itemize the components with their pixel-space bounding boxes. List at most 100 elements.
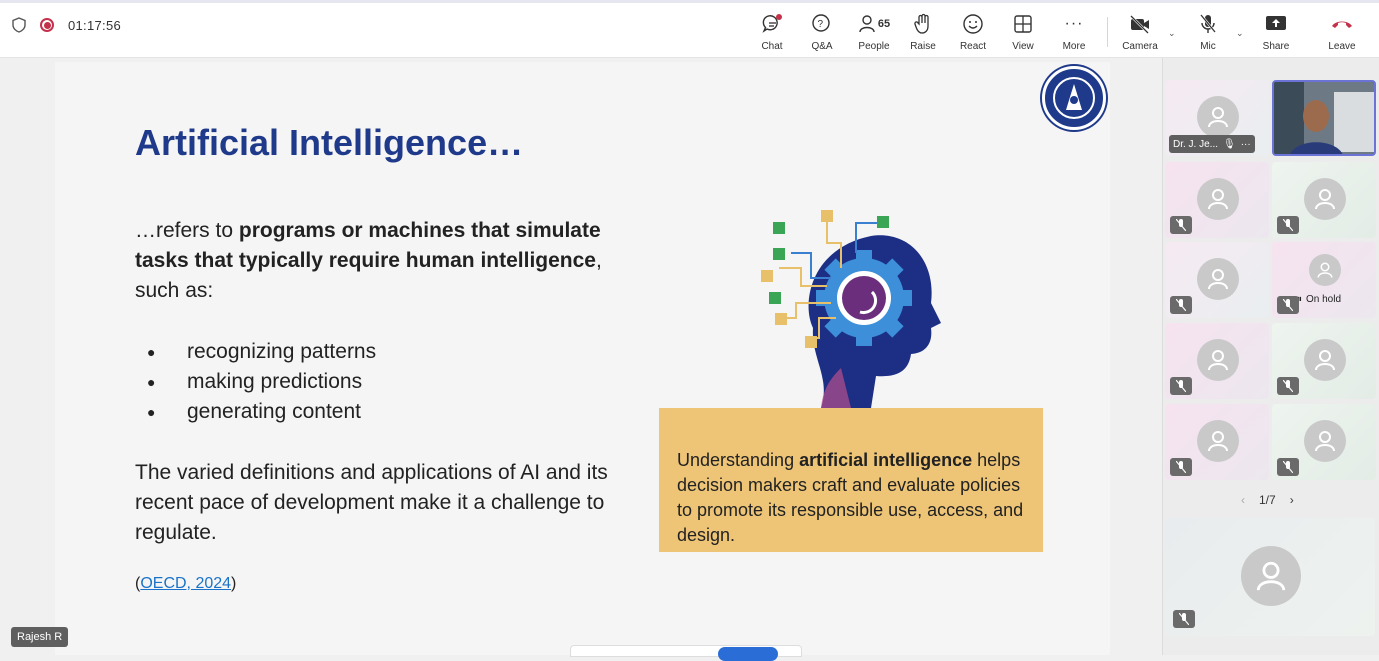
participant-tile[interactable] [1165, 404, 1269, 480]
share-button[interactable]: Share [1252, 13, 1300, 55]
participant-tile-on-hold[interactable]: ⏸ On hold [1272, 242, 1376, 318]
next-page-icon[interactable]: › [1290, 493, 1294, 507]
citation-link[interactable]: OECD, 2024 [140, 575, 231, 592]
people-icon-wrap: 65 [858, 13, 890, 35]
people-button[interactable]: 65 People [849, 13, 899, 55]
slide-definition-text: …refers to programs or machines that sim… [135, 216, 605, 306]
leave-button[interactable]: Leave [1318, 13, 1366, 55]
unread-indicator [776, 14, 782, 20]
react-label: React [959, 41, 987, 52]
meeting-timer: 01:17:56 [68, 17, 122, 33]
people-count: 65 [877, 18, 891, 30]
share-label: Share [1262, 41, 1290, 52]
callout-lead: Understanding [677, 450, 800, 470]
participant-tile[interactable]: Dr. J. Je... 🎙 ··· [1165, 80, 1269, 156]
mic-off-icon [1277, 296, 1299, 314]
participant-tile[interactable] [1272, 162, 1376, 238]
avatar [1304, 420, 1346, 462]
slide-callout-box: Understanding artificial intelligence he… [659, 408, 1043, 552]
slide-regulation-text: The varied definitions and applications … [135, 461, 608, 544]
share-icon [1265, 13, 1287, 35]
qa-button[interactable]: ? Q&A [798, 13, 846, 55]
raise-label: Raise [910, 41, 936, 52]
more-icon: ··· [1064, 15, 1084, 32]
participant-tile[interactable] [1272, 404, 1376, 480]
mic-off-icon [1173, 610, 1195, 628]
avatar [1241, 546, 1301, 606]
more-button[interactable]: ··· More [1050, 13, 1098, 55]
more-label: More [1062, 41, 1086, 52]
qa-icon: ? [811, 13, 833, 35]
avatar [1197, 96, 1239, 138]
meeting-status: 01:17:56 [12, 17, 121, 33]
cite-close: ) [231, 575, 237, 592]
presenter-name-tag: Rajesh R [11, 627, 69, 647]
presenter-toolbar[interactable] [570, 645, 802, 661]
avatar [1197, 258, 1239, 300]
participant-tile[interactable] [1165, 242, 1269, 318]
hand-icon [913, 13, 933, 35]
people-label: People [858, 41, 890, 52]
bullet-text: recognizing patterns [187, 340, 377, 363]
callout-bold: artificial intelligence [799, 450, 973, 470]
raise-hand-button[interactable]: Raise [899, 13, 947, 55]
leave-label: Leave [1328, 41, 1356, 52]
mic-off-icon [1170, 216, 1192, 234]
grid-icon [1013, 13, 1033, 35]
participant-tile[interactable] [1165, 323, 1269, 399]
avatar [1304, 178, 1346, 220]
shield-icon [12, 17, 26, 33]
camera-button[interactable]: Camera [1116, 13, 1164, 55]
avatar [1304, 339, 1346, 381]
react-button[interactable]: React [949, 13, 997, 55]
bullet-text: making predictions [187, 370, 363, 393]
avatar [1197, 339, 1239, 381]
ai-head-illustration [761, 210, 941, 408]
mic-off-icon [1170, 377, 1192, 395]
camera-options-chevron-icon[interactable]: ⌄ [1168, 28, 1176, 39]
slide-citation: (OECD, 2024) [135, 575, 236, 593]
avatar [1309, 254, 1341, 286]
mic-off-icon [1170, 296, 1192, 314]
institution-logo [1042, 66, 1106, 130]
view-button[interactable]: View [999, 13, 1047, 55]
avatar [1197, 178, 1239, 220]
on-hold-label: On hold [1306, 294, 1342, 305]
mic-off-icon [1277, 216, 1299, 234]
participant-tile[interactable] [1272, 323, 1376, 399]
slide-title: Artificial Intelligence… [135, 122, 524, 163]
participant-gallery: Dr. J. Je... 🎙 ··· ⏸ On hold ‹ 1/7 › [1162, 58, 1379, 655]
mic-off-icon [1277, 377, 1299, 395]
mic-button[interactable]: Mic [1184, 13, 1232, 55]
chat-label: Chat [761, 41, 783, 52]
previous-page-icon[interactable]: ‹ [1241, 493, 1245, 507]
participant-video [1274, 82, 1374, 154]
slide-bullet-list: ● recognizing patterns ● making prediction… [147, 337, 376, 427]
self-view-tile[interactable] [1165, 518, 1375, 636]
meeting-toolbar: 01:17:56 Chat ? Q&A 65 People Raise Reac… [0, 0, 1379, 58]
chat-button[interactable]: Chat [748, 13, 796, 55]
mic-options-chevron-icon[interactable]: ⌄ [1236, 28, 1244, 39]
more-options-icon[interactable]: ··· [1241, 139, 1251, 150]
mic-off-icon [1277, 458, 1299, 476]
mic-off-icon [1170, 458, 1192, 476]
participant-name: Dr. J. Je... [1173, 138, 1219, 150]
svg-text:?: ? [818, 19, 824, 30]
qa-label: Q&A [811, 41, 833, 52]
participant-video-tile[interactable] [1272, 80, 1376, 156]
mic-off-icon: 🎙 [1223, 138, 1236, 150]
definition-lead: …refers to [135, 219, 239, 242]
presentation-slide: Artificial Intelligence… …refers to prog… [55, 62, 1110, 655]
camera-off-icon [1129, 13, 1151, 35]
avatar [1197, 420, 1239, 462]
mic-label: Mic [1200, 41, 1216, 52]
page-indicator: 1/7 [1259, 493, 1276, 507]
view-label: View [1012, 41, 1034, 52]
participant-tile[interactable] [1165, 162, 1269, 238]
participant-name-tag: Dr. J. Je... 🎙 ··· [1169, 135, 1255, 153]
on-hold-status: ⏸ On hold [1297, 294, 1341, 305]
presenter-toolbar-button[interactable] [718, 647, 778, 661]
list-item: ● generating content [147, 397, 376, 427]
people-icon [859, 15, 875, 33]
list-item: ● recognizing patterns [147, 337, 376, 367]
